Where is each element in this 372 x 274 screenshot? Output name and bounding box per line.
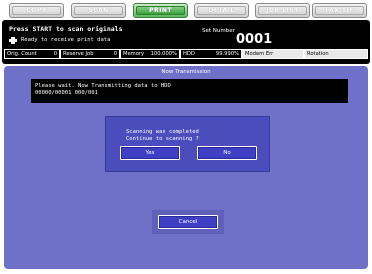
modem-err-label: Modem Err: [245, 51, 274, 57]
dialog-line-1: Scanning was completed: [126, 129, 199, 135]
mode-tab-bar: COPY SCAN PRINT DETAIL JOB LIST FAX/TIF: [0, 0, 372, 20]
hdd-box: HDD 99.990%: [180, 49, 242, 59]
tab-fax-label: FAX/TIF: [325, 7, 354, 14]
printer-icon: [9, 37, 17, 44]
tab-scan-label: SCAN: [88, 7, 109, 14]
hdd-label: HDD: [183, 51, 195, 57]
reserve-job-label: Reserve Job: [63, 51, 94, 57]
no-button-label: No: [198, 147, 256, 159]
memory-label: Memory: [123, 51, 145, 57]
counter-row: Orig. Count 0 Reserve Job 0 Memory 100.0…: [4, 49, 368, 59]
cancel-button[interactable]: Cancel: [158, 215, 218, 229]
modem-err-button[interactable]: Modem Err: [242, 49, 304, 59]
yes-button-label: Yes: [121, 147, 179, 159]
no-button[interactable]: No: [197, 146, 257, 160]
memory-value: 100.000%: [150, 51, 177, 57]
main-panel: Now Transmission Please wait. Now Transm…: [4, 66, 368, 269]
set-number-value: 0001: [236, 32, 273, 47]
set-number-label: Set Number: [202, 28, 235, 34]
transmission-message: Please wait. Now Transmitting data to HD…: [35, 83, 171, 89]
tab-copy-label: COPY: [26, 7, 47, 14]
tab-fax[interactable]: FAX/TIF: [312, 3, 367, 18]
status-panel: Press START to scan originals Ready to r…: [2, 20, 370, 64]
rotation-label: Rotation: [307, 51, 329, 57]
transmission-info-box: Please wait. Now Transmitting data to HD…: [31, 79, 348, 103]
cancel-button-label: Cancel: [159, 216, 217, 228]
orig-count-value: 0: [53, 51, 57, 57]
panel-title: Now Transmission: [161, 69, 211, 75]
status-message: Press START to scan originals: [9, 25, 123, 33]
tab-print-label: PRINT: [149, 7, 172, 14]
tab-job-list-label: JOB LIST: [266, 7, 299, 14]
reserve-job-value: 0: [113, 51, 117, 57]
scan-continue-dialog: Scanning was completed Continue to scann…: [105, 116, 270, 172]
tab-job-list[interactable]: JOB LIST: [255, 3, 310, 18]
reserve-job-box: Reserve Job 0: [60, 49, 120, 59]
printer-control-screen: COPY SCAN PRINT DETAIL JOB LIST FAX/TIF …: [0, 0, 372, 274]
memory-box: Memory 100.000%: [120, 49, 180, 59]
orig-count-box: Orig. Count 0: [4, 49, 60, 59]
tab-detail-label: DETAIL: [208, 7, 235, 14]
dialog-line-2: Continue to scanning ?: [126, 136, 199, 142]
tab-scan[interactable]: SCAN: [71, 3, 126, 18]
hdd-value: 99.990%: [215, 51, 239, 57]
status-sub-message: Ready to receive print data: [21, 37, 111, 43]
tab-print[interactable]: PRINT: [133, 3, 188, 18]
rotation-button[interactable]: Rotation: [304, 49, 368, 59]
orig-count-label: Orig. Count: [7, 51, 37, 57]
tab-detail[interactable]: DETAIL: [194, 3, 249, 18]
transmission-progress: 00000/00001 000/001: [35, 90, 98, 96]
tab-copy[interactable]: COPY: [9, 3, 64, 18]
yes-button[interactable]: Yes: [120, 146, 180, 160]
